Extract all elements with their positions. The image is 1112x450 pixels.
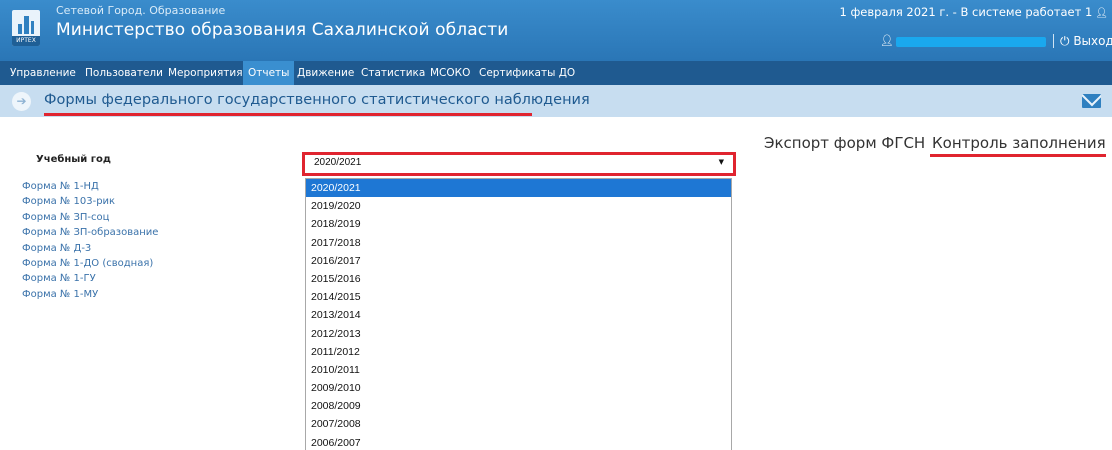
school-year-select[interactable]: 2020/2021 ▼ (306, 156, 732, 172)
year-option[interactable]: 2008/2009 (306, 397, 731, 415)
form-link-1-nd[interactable]: Форма № 1-НД (22, 179, 158, 194)
year-option[interactable]: 2013/2014 (306, 306, 731, 324)
form-link-1-mu[interactable]: Форма № 1-МУ (22, 287, 158, 302)
title-highlight-underline (44, 113, 532, 116)
year-option[interactable]: 2009/2010 (306, 379, 731, 397)
user-icon: 👤︎ (880, 34, 894, 47)
export-forms-link[interactable]: Экспорт форм ФГСН (764, 134, 925, 152)
user-count-icon: 👤︎ (1095, 8, 1108, 19)
school-year-dropdown-list: 2020/2021 2019/2020 2018/2019 2017/2018 … (305, 178, 732, 450)
year-option-selected[interactable]: 2020/2021 (306, 179, 731, 198)
year-option[interactable]: 2015/2016 (306, 270, 731, 288)
school-year-label: Учебный год (36, 154, 111, 165)
system-status: 1 февраля 2021 г. - В системе работает 1… (839, 5, 1108, 19)
form-link-d-3[interactable]: Форма № Д-3 (22, 241, 158, 256)
nav-item-users[interactable]: Пользователи (85, 61, 163, 85)
nav-item-statistics[interactable]: Статистика (361, 61, 425, 85)
nav-item-certificates[interactable]: Сертификаты ДО (479, 61, 575, 85)
fill-control-link[interactable]: Контроль заполнения (932, 134, 1106, 152)
main-navigation: Управление Пользователи Мероприятия Отче… (0, 61, 1112, 85)
logout-label: Выход (1073, 34, 1112, 48)
form-link-103-rik[interactable]: Форма № 103-рик (22, 194, 158, 209)
app-header: ИРТЕХ Сетевой Город. Образование Министе… (0, 0, 1112, 61)
year-option[interactable]: 2016/2017 (306, 252, 731, 270)
year-option[interactable]: 2011/2012 (306, 343, 731, 361)
year-option[interactable]: 2018/2019 (306, 215, 731, 233)
year-option[interactable]: 2017/2018 (306, 234, 731, 252)
mail-icon[interactable] (1082, 94, 1101, 108)
status-text: 1 февраля 2021 г. - В системе работает 1 (839, 5, 1093, 19)
year-option[interactable]: 2014/2015 (306, 288, 731, 306)
user-row: 👤︎ ⏻ Выход (880, 34, 1112, 50)
select-value: 2020/2021 (314, 157, 362, 168)
dropdown-arrow-icon: ▼ (718, 158, 724, 166)
organization-name: Министерство образования Сахалинской обл… (56, 20, 509, 40)
form-link-1-do[interactable]: Форма № 1-ДО (сводная) (22, 256, 158, 271)
year-option[interactable]: 2010/2011 (306, 361, 731, 379)
nav-item-management[interactable]: Управление (10, 61, 76, 85)
nav-item-msoko[interactable]: МСОКО (430, 61, 470, 85)
back-arrow-icon[interactable]: ➔ (12, 92, 31, 111)
nav-item-reports[interactable]: Отчеты (243, 61, 295, 85)
form-link-zp-soc[interactable]: Форма № ЗП-соц (22, 210, 158, 225)
year-option[interactable]: 2019/2020 (306, 197, 731, 215)
form-link-zp-education[interactable]: Форма № ЗП-образование (22, 225, 158, 240)
control-highlight-underline (930, 154, 1106, 157)
irtech-logo[interactable]: ИРТЕХ (12, 10, 40, 46)
page-title: Формы федерального государственного стат… (44, 92, 590, 108)
system-name: Сетевой Город. Образование (56, 4, 226, 17)
year-option[interactable]: 2007/2008 (306, 415, 731, 433)
year-option[interactable]: 2012/2013 (306, 325, 731, 343)
power-icon: ⏻ (1060, 34, 1070, 48)
logout-button[interactable]: ⏻ Выход (1060, 34, 1112, 49)
divider (1053, 34, 1054, 48)
forms-list: Форма № 1-НД Форма № 103-рик Форма № ЗП-… (22, 179, 158, 302)
logo-text: ИРТЕХ (12, 36, 40, 46)
nav-item-events[interactable]: Мероприятия (168, 61, 243, 85)
nav-item-movement[interactable]: Движение (297, 61, 354, 85)
current-user-name[interactable] (896, 37, 1046, 47)
year-option[interactable]: 2006/2007 (306, 434, 731, 450)
form-link-1-gu[interactable]: Форма № 1-ГУ (22, 271, 158, 286)
